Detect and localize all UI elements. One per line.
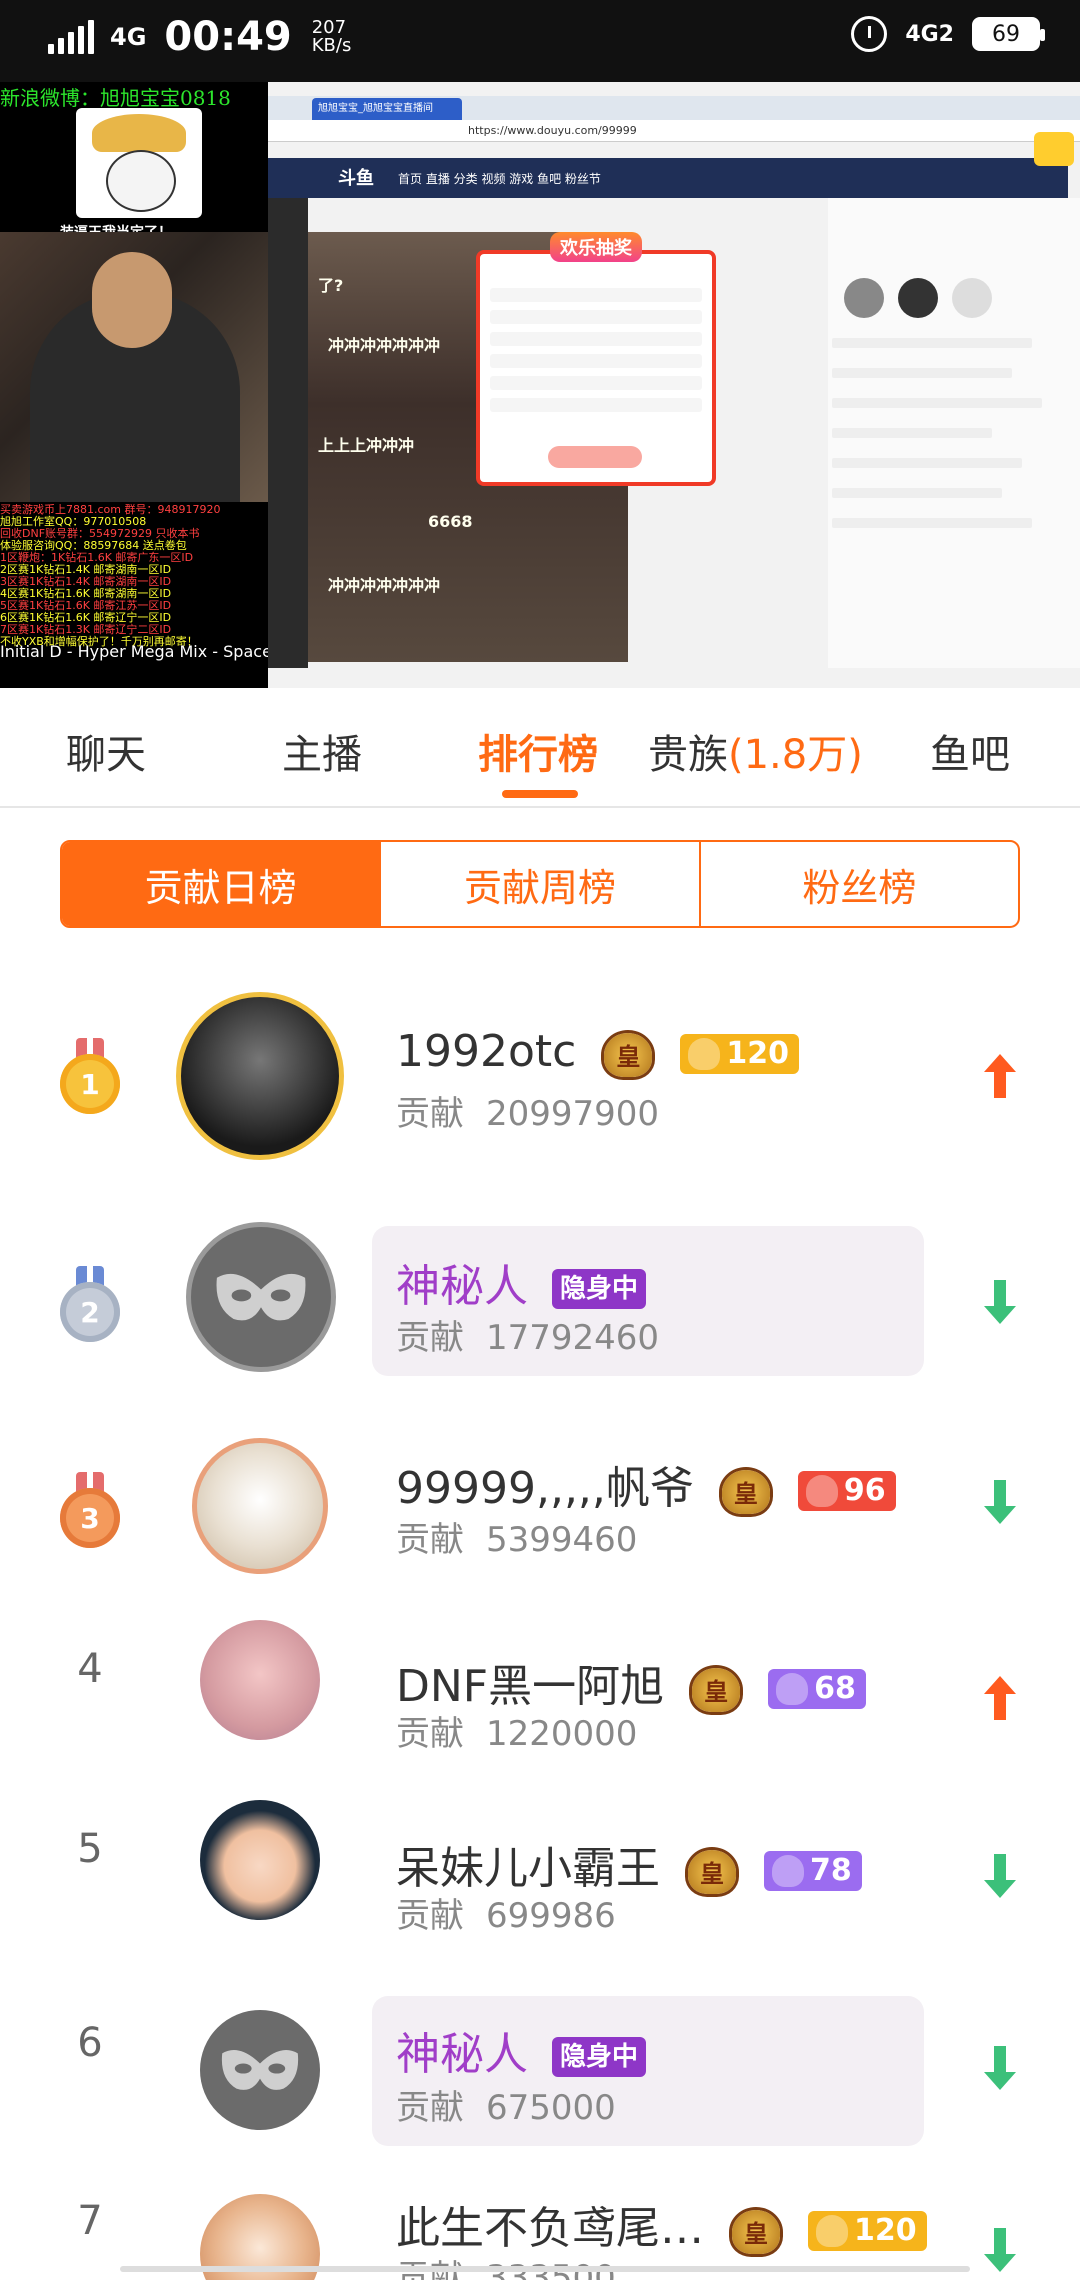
browser-url: https://www.douyu.com/99999 (268, 120, 1080, 142)
user-name[interactable]: 1992otc 皇 120 (396, 1026, 799, 1079)
contribution: 贡献 17792460 (396, 1318, 660, 1358)
hidden-tag: 隐身中 (552, 2037, 647, 2077)
silver-medal-icon: 2 (60, 1266, 120, 1344)
douyu-navbar: 斗鱼 首页 直播 分类 视频 游戏 鱼吧 粉丝节 (268, 158, 1068, 198)
hidden-tag: 隐身中 (552, 1269, 647, 1309)
douyu-logo: 斗鱼 (338, 168, 374, 189)
contribution: 贡献 5399460 (396, 1520, 638, 1560)
trend-down-icon (984, 1480, 1016, 1524)
mask-icon (216, 1273, 306, 1321)
bronze-medal-icon: 3 (60, 1472, 120, 1550)
list-item[interactable]: 4 DNF黑一阿旭 皇 68 贡献 1220000 (0, 1620, 1080, 1810)
user-name[interactable]: DNF黑一阿旭 皇 68 (396, 1650, 866, 1714)
clock: 00:49 (164, 14, 292, 60)
webcam-feed (0, 232, 268, 502)
level-badge: 120 (808, 2211, 927, 2251)
level-badge: 96 (797, 1471, 896, 1511)
meme-image (76, 108, 202, 218)
room-tabs: 聊天 主播 排行榜 贵族(1.8万) 鱼吧 (0, 688, 1080, 808)
trend-down-icon (984, 2228, 1016, 2272)
avatar[interactable] (200, 1620, 320, 1740)
video-player[interactable]: 新浪微博：旭旭宝宝0818 装逼王我当定了！ 买卖游戏币上7881.com 群号… (0, 82, 1080, 688)
streamer-overlay: 新浪微博：旭旭宝宝0818 装逼王我当定了！ 买卖游戏币上7881.com 群号… (0, 82, 288, 688)
avatar[interactable] (176, 992, 344, 1160)
song-title: Initial D - Hyper Mega Mix - Space B (0, 642, 288, 661)
network-speed: 207 KB/s (311, 17, 352, 56)
avatar[interactable] (200, 1800, 320, 1920)
status-bar: 4G 00:49 207 KB/s 4G2 69 (0, 0, 1080, 82)
noble-emperor-icon: 皇 (718, 1466, 774, 1516)
level-badge: 78 (764, 1851, 862, 1891)
alarm-icon (851, 16, 888, 52)
avatar[interactable] (192, 1438, 328, 1574)
rank-number: 4 (77, 1646, 103, 1692)
avatar[interactable] (200, 2010, 320, 2130)
browser-tab: 旭旭宝宝_旭旭宝宝直播间99999 (312, 98, 462, 136)
user-name[interactable]: 神秘人 隐身中 (396, 2018, 647, 2082)
stream-screen: 旭旭宝宝_旭旭宝宝直播间99999 https://www.douyu.com/… (268, 82, 1080, 688)
rank-number: 6 (77, 2020, 103, 2066)
trend-up-icon (984, 1676, 1016, 1720)
battery-icon: 69 (972, 17, 1045, 51)
level-badge: 120 (680, 1034, 799, 1074)
user-name[interactable]: 神秘人 隐身中 (396, 1250, 647, 1314)
signal-icon (48, 20, 94, 54)
ranking-segment: 贡献日榜 贡献周榜 粉丝榜 (60, 840, 1020, 928)
network-type-2: 4G2 (905, 21, 954, 47)
weibo-text: 新浪微博：旭旭宝宝0818 (0, 86, 231, 110)
tab-ranking[interactable]: 排行榜 (478, 722, 598, 780)
list-item[interactable]: 2 神秘人 隐身中 贡献 17792460 (0, 1210, 1080, 1400)
list-item[interactable]: 1 1992otc 皇 120 贡献 20997900 (0, 980, 1080, 1170)
douyu-sidebar (268, 198, 308, 668)
noble-emperor-icon: 皇 (684, 1846, 740, 1896)
douyu-badge-icon (1034, 132, 1074, 166)
user-name[interactable]: 99999,,,,,帆爷 皇 96 (396, 1452, 896, 1516)
list-item[interactable]: 5 呆妹儿小霸王 皇 78 贡献 699986 (0, 1800, 1080, 2010)
mask-icon (221, 2049, 299, 2090)
rank-number: 7 (77, 2198, 103, 2244)
lottery-dialog: 欢乐抽奖 (476, 232, 716, 486)
user-name[interactable]: 呆妹儿小霸王 皇 78 (396, 1832, 862, 1896)
tab-nobility[interactable]: 贵族(1.8万) (648, 722, 863, 780)
browser-tabbar: 旭旭宝宝_旭旭宝宝直播间99999 (268, 96, 1080, 136)
scroll-indicator (120, 2266, 970, 2272)
trend-up-icon (984, 1054, 1016, 1098)
segment-daily[interactable]: 贡献日榜 (62, 842, 382, 926)
segment-fans[interactable]: 粉丝榜 (701, 842, 1018, 926)
network-type: 4G (110, 23, 147, 51)
lottery-title: 欢乐抽奖 (550, 232, 642, 262)
tab-fishbar[interactable]: 鱼吧 (930, 722, 1010, 780)
list-item[interactable]: 6 神秘人 隐身中 贡献 675000 (0, 1990, 1080, 2180)
list-item[interactable]: 7 此生不负鸢尾… 皇 120 贡献 333500 (0, 2180, 1080, 2280)
ad-ticker: 买卖游戏币上7881.com 群号：948917920 旭旭工作室QQ：9770… (0, 504, 221, 648)
tab-streamer[interactable]: 主播 (282, 722, 362, 780)
contribution: 贡献 333500 (396, 2258, 616, 2280)
segment-weekly[interactable]: 贡献周榜 (381, 842, 701, 926)
stream-rank-panel (828, 198, 1080, 668)
trend-down-icon (984, 1280, 1016, 1324)
contribution: 贡献 699986 (396, 1896, 616, 1936)
contribution: 贡献 675000 (396, 2088, 616, 2128)
trend-down-icon (984, 2046, 1016, 2090)
user-name[interactable]: 此生不负鸢尾… 皇 120 (396, 2192, 927, 2256)
noble-emperor-icon: 皇 (688, 1664, 744, 1714)
noble-emperor-icon: 皇 (600, 1029, 656, 1079)
avatar[interactable] (186, 1222, 336, 1372)
douyu-links: 首页 直播 分类 视频 游戏 鱼吧 粉丝节 (398, 172, 601, 186)
level-badge: 68 (768, 1669, 866, 1709)
gold-medal-icon: 1 (60, 1038, 120, 1116)
tab-indicator (502, 790, 578, 798)
tab-chat[interactable]: 聊天 (66, 722, 146, 780)
list-item[interactable]: 3 99999,,,,,帆爷 皇 96 贡献 5399460 (0, 1420, 1080, 1610)
trend-down-icon (984, 1854, 1016, 1898)
contribution: 贡献 20997900 (396, 1094, 660, 1134)
noble-emperor-icon: 皇 (728, 2206, 784, 2256)
contribution: 贡献 1220000 (396, 1714, 638, 1754)
rank-number: 5 (77, 1826, 103, 1872)
